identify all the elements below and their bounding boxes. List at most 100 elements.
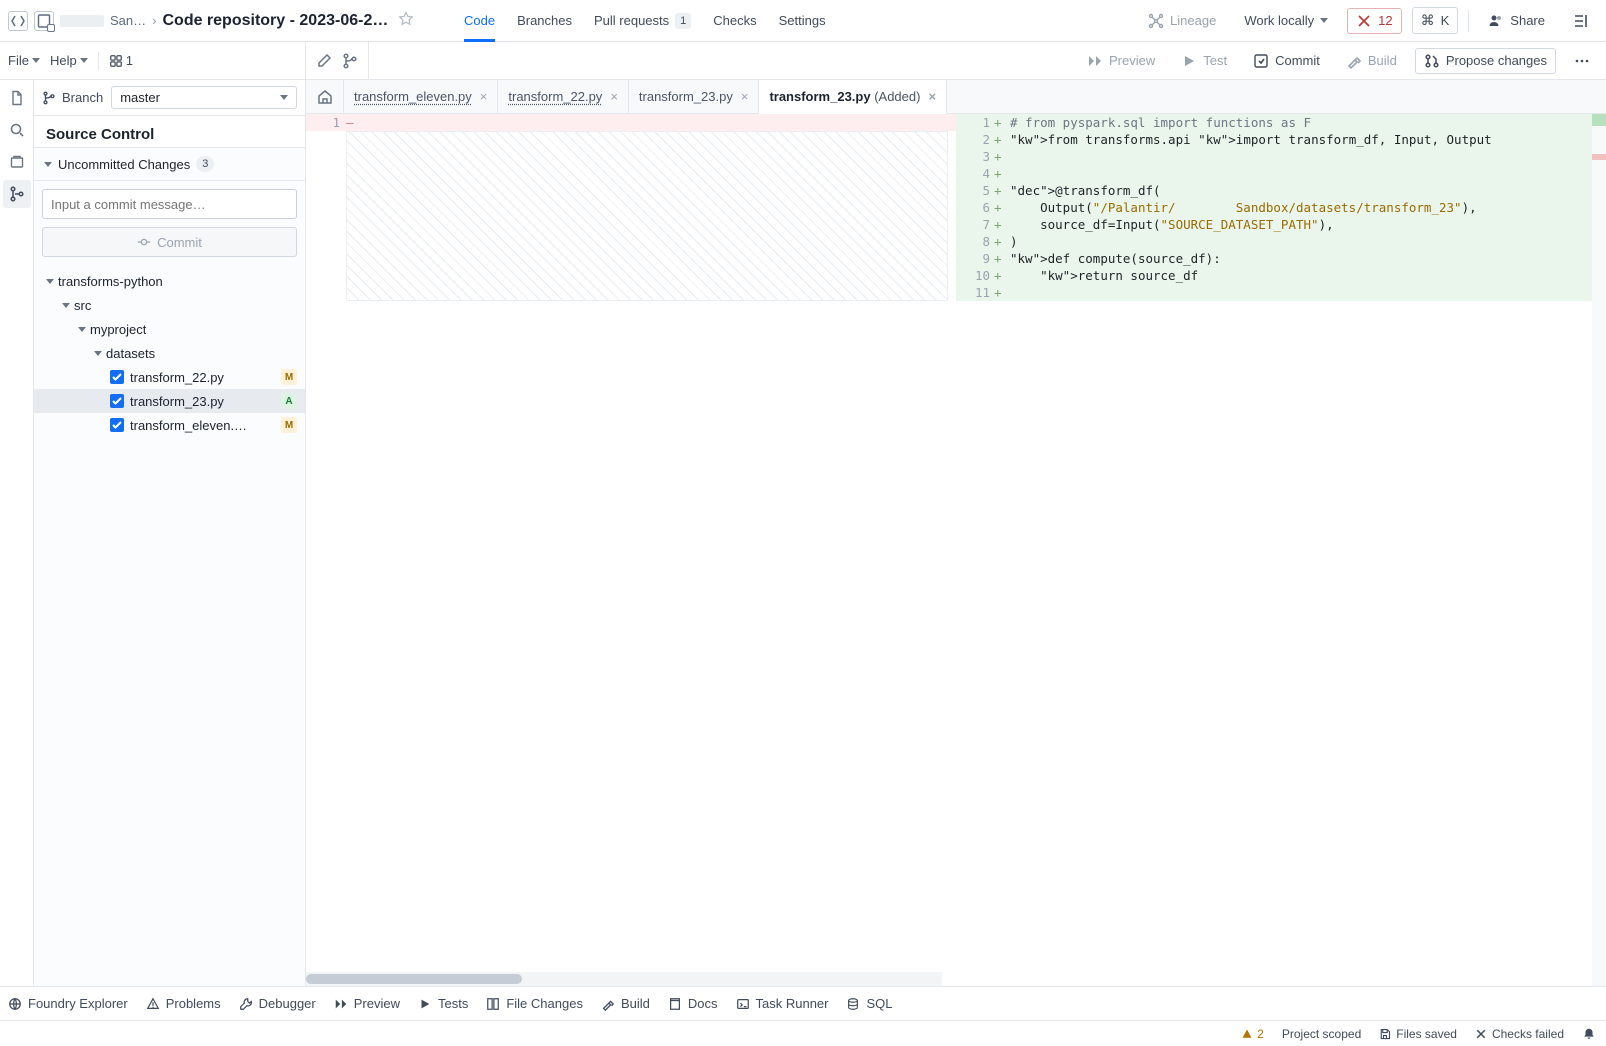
- panel-preview[interactable]: Preview: [334, 996, 400, 1011]
- code-line[interactable]: 7+ source_df=Input("SOURCE_DATASET_PATH"…: [956, 216, 1606, 233]
- horizontal-scrollbar[interactable]: [306, 972, 942, 986]
- diff-original-pane[interactable]: 1 —: [306, 114, 956, 986]
- status-saved[interactable]: Files saved: [1379, 1027, 1457, 1041]
- tree-file[interactable]: transform_23.py A: [34, 389, 305, 413]
- diff-empty-region: [346, 131, 948, 301]
- tab-label: transform_22.py: [508, 89, 602, 104]
- more-button[interactable]: [1566, 49, 1598, 73]
- share-button[interactable]: Share: [1479, 8, 1554, 34]
- bell-icon[interactable]: [1582, 1027, 1596, 1041]
- panel-debugger[interactable]: Debugger: [239, 996, 316, 1011]
- star-icon[interactable]: [398, 11, 414, 30]
- minimap[interactable]: [1592, 114, 1606, 986]
- panel-tests[interactable]: Tests: [418, 996, 468, 1011]
- code-line[interactable]: 5+"dec">@transform_df(: [956, 182, 1606, 199]
- code-line[interactable]: 4+: [956, 165, 1606, 182]
- commit-staged-button[interactable]: Commit: [42, 227, 297, 257]
- close-icon[interactable]: ×: [928, 89, 936, 104]
- panel-toggle-button[interactable]: [1564, 8, 1598, 34]
- close-icon[interactable]: ×: [741, 89, 749, 104]
- code-line[interactable]: 3+: [956, 148, 1606, 165]
- tab-branches[interactable]: Branches: [517, 0, 572, 41]
- tree-file[interactable]: transform_eleven.… M: [34, 413, 305, 437]
- app-icon[interactable]: [8, 11, 28, 31]
- panel-sql[interactable]: SQL: [846, 996, 892, 1011]
- rail-item-search[interactable]: [3, 116, 31, 144]
- button-label: Preview: [1109, 53, 1155, 68]
- tree-folder-project[interactable]: myproject: [34, 317, 305, 341]
- checkbox-checked-icon[interactable]: [110, 418, 124, 432]
- tab-home[interactable]: [306, 80, 344, 113]
- work-locally-dropdown[interactable]: Work locally: [1235, 8, 1337, 33]
- rail-item-packages[interactable]: [3, 148, 31, 176]
- uncommitted-changes-header[interactable]: Uncommitted Changes 3: [34, 147, 305, 181]
- diff-added-icon: +: [994, 148, 1006, 165]
- code-text: Output("/Palantir/ Sandbox/datasets/tran…: [1006, 199, 1477, 216]
- tree-folder-src[interactable]: src: [34, 293, 305, 317]
- panel-build[interactable]: Build: [601, 996, 650, 1011]
- code-line[interactable]: 10+ "kw">return source_df: [956, 267, 1606, 284]
- panel-file-changes[interactable]: File Changes: [486, 996, 583, 1011]
- lineage-button[interactable]: Lineage: [1139, 8, 1225, 34]
- code-line[interactable]: 6+ Output("/Palantir/ Sandbox/datasets/t…: [956, 199, 1606, 216]
- active-users[interactable]: 1: [109, 53, 133, 68]
- checkbox-checked-icon[interactable]: [110, 370, 124, 384]
- errors-button[interactable]: 12: [1347, 8, 1401, 34]
- panel-label: Debugger: [259, 996, 316, 1011]
- editor-tab[interactable]: transform_eleven.py ×: [344, 80, 498, 113]
- section-label: Uncommitted Changes: [58, 157, 190, 172]
- status-scope[interactable]: Project scoped: [1282, 1027, 1361, 1041]
- code-text: source_df=Input("SOURCE_DATASET_PATH"),: [1006, 216, 1334, 233]
- page-title[interactable]: Code repository - 2023-06-28 14:5…: [162, 12, 392, 30]
- resource-icon[interactable]: [34, 11, 54, 31]
- tab-pull-requests[interactable]: Pull requests 1: [594, 0, 691, 41]
- commit-message-input[interactable]: [42, 189, 297, 219]
- code-line[interactable]: 11+: [956, 284, 1606, 301]
- editor-tab[interactable]: transform_23.py (Added) ×: [759, 80, 947, 114]
- tab-checks[interactable]: Checks: [713, 0, 756, 41]
- branch-icon[interactable]: [342, 53, 358, 69]
- pull-requests-count: 1: [675, 13, 691, 29]
- rail-item-source-control[interactable]: [3, 180, 31, 208]
- build-button[interactable]: Build: [1338, 49, 1405, 73]
- diff-modified-pane[interactable]: 1+# from pyspark.sql import functions as…: [956, 114, 1606, 986]
- panel-docs[interactable]: Docs: [668, 996, 718, 1011]
- editor-tab[interactable]: transform_23.py ×: [629, 80, 760, 113]
- status-warnings[interactable]: 2: [1241, 1027, 1264, 1041]
- panel-label: Preview: [354, 996, 400, 1011]
- button-label: Lineage: [1170, 13, 1216, 28]
- edit-icon[interactable]: [316, 53, 332, 69]
- test-button[interactable]: Test: [1173, 49, 1235, 73]
- tab-code[interactable]: Code: [464, 0, 495, 41]
- menu-file[interactable]: File: [8, 53, 40, 68]
- panel-problems[interactable]: Problems: [146, 996, 221, 1011]
- tree-folder-datasets[interactable]: datasets: [34, 341, 305, 365]
- rail-item-files[interactable]: [3, 84, 31, 112]
- panel-foundry-explorer[interactable]: Foundry Explorer: [8, 996, 128, 1011]
- tree-folder-root[interactable]: transforms-python: [34, 269, 305, 293]
- code-line[interactable]: 8+): [956, 233, 1606, 250]
- commit-button[interactable]: Commit: [1245, 49, 1328, 73]
- code-line[interactable]: 9+"kw">def compute(source_df):: [956, 250, 1606, 267]
- menu-help[interactable]: Help: [50, 53, 88, 68]
- close-icon[interactable]: ×: [610, 89, 618, 104]
- preview-button[interactable]: Preview: [1079, 49, 1163, 73]
- play-icon: [1181, 53, 1197, 69]
- close-icon[interactable]: ×: [480, 89, 488, 104]
- status-checks[interactable]: Checks failed: [1475, 1027, 1564, 1041]
- tab-settings[interactable]: Settings: [779, 0, 826, 41]
- command-palette-button[interactable]: ⌘ K: [1412, 7, 1459, 34]
- panel-task-runner[interactable]: Task Runner: [736, 996, 829, 1011]
- tree-file[interactable]: transform_22.py M: [34, 365, 305, 389]
- code-line[interactable]: 1+# from pyspark.sql import functions as…: [956, 114, 1606, 131]
- chevron-down-icon: [94, 351, 102, 356]
- error-count: 12: [1378, 13, 1392, 28]
- branch-select[interactable]: master: [111, 86, 297, 109]
- chevron-down-icon: [46, 279, 54, 284]
- checkbox-checked-icon[interactable]: [110, 394, 124, 408]
- warning-icon: [1241, 1028, 1253, 1040]
- editor-tab[interactable]: transform_22.py ×: [498, 80, 629, 113]
- breadcrumb-parent[interactable]: San…: [110, 13, 146, 28]
- code-line[interactable]: 2+"kw">from transforms.api "kw">import t…: [956, 131, 1606, 148]
- propose-changes-button[interactable]: Propose changes: [1415, 48, 1556, 74]
